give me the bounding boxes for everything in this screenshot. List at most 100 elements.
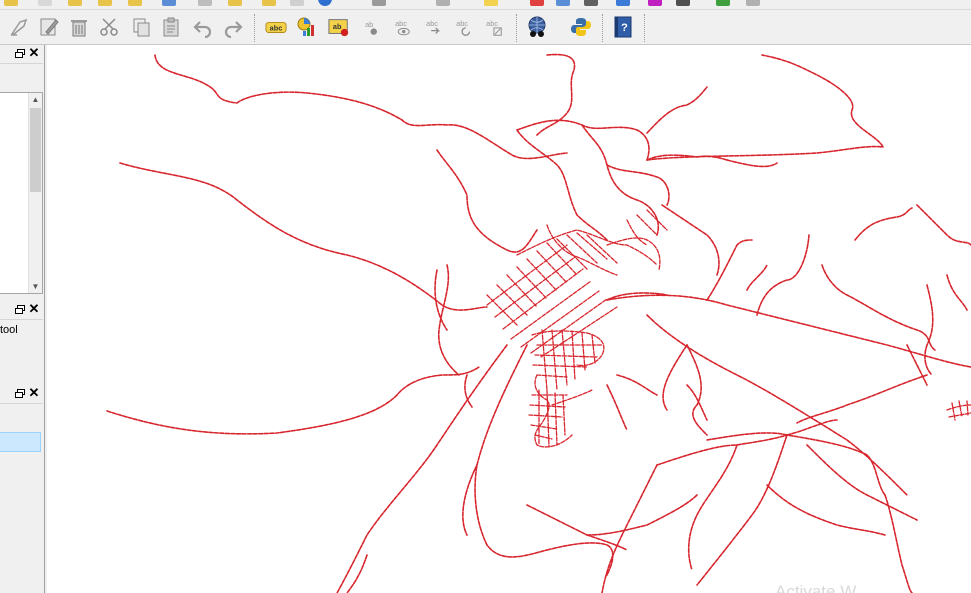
road-line	[581, 124, 659, 236]
partial-tool-icon[interactable]	[616, 0, 630, 6]
road-line	[616, 374, 658, 396]
partial-tool-icon[interactable]	[128, 0, 142, 6]
partial-tool-icon[interactable]	[98, 0, 112, 6]
edit-pencil-icon[interactable]	[36, 14, 62, 40]
label-pin-icon[interactable]: ab	[326, 14, 352, 40]
dock-panel-1-titlebar: ✕	[0, 45, 43, 64]
help-book-icon[interactable]: ?	[610, 14, 636, 40]
partial-tool-icon[interactable]	[746, 0, 760, 6]
map-canvas[interactable]: Activate W	[47, 45, 971, 593]
partial-tool-icon[interactable]	[556, 0, 570, 6]
label-properties-icon[interactable]: abc	[480, 14, 506, 40]
paste-icon[interactable]	[158, 14, 184, 40]
label-abc-icon[interactable]: abc	[263, 14, 289, 40]
road-line	[766, 484, 886, 536]
road-line	[796, 374, 928, 424]
road-line	[606, 237, 661, 271]
dock-panel-2-titlebar: ✕	[0, 301, 43, 320]
scroll-down-icon[interactable]: ▼	[29, 280, 42, 293]
partial-tool-icon[interactable]	[262, 0, 276, 6]
partial-tool-icon[interactable]	[290, 0, 304, 6]
float-panel-icon[interactable]	[15, 305, 25, 314]
partial-tool-icon[interactable]	[676, 0, 690, 6]
road-line	[756, 234, 810, 316]
road-line	[606, 294, 971, 368]
cut-scissors-icon[interactable]	[96, 14, 122, 40]
road-line	[662, 344, 688, 411]
partial-tool-icon[interactable]	[584, 0, 598, 6]
digitize-icon[interactable]	[6, 14, 32, 40]
delete-trash-icon[interactable]	[66, 14, 92, 40]
road-line	[706, 239, 753, 301]
partial-tool-icon[interactable]	[228, 0, 242, 6]
label-text: abc	[270, 24, 283, 33]
label-text: abc	[486, 19, 498, 28]
label-rotate-icon[interactable]: abc	[420, 14, 446, 40]
label-move-icon[interactable]: ab	[358, 14, 384, 40]
upper-toolbar-strip	[0, 0, 971, 10]
scrollbar-thumb[interactable]	[30, 108, 41, 192]
road-line	[546, 542, 614, 576]
main-toolbar: abc ab ab abc abc abc abc ?	[0, 10, 971, 45]
road-line	[516, 119, 650, 161]
road-line	[546, 224, 618, 276]
vertical-scrollbar[interactable]: ▲ ▼	[28, 93, 42, 293]
partial-tool-icon[interactable]	[648, 0, 662, 6]
partial-tool-icon[interactable]	[484, 0, 498, 6]
road-line	[336, 344, 508, 593]
close-panel-icon[interactable]: ✕	[28, 302, 40, 316]
road-line	[656, 434, 788, 466]
label-text: abc	[395, 19, 407, 28]
road-line	[106, 366, 480, 435]
partial-tool-icon[interactable]	[318, 0, 332, 6]
road-line	[884, 494, 913, 593]
toolbar-separator	[644, 14, 646, 42]
copy-icon[interactable]	[128, 14, 154, 40]
road-line	[646, 86, 708, 134]
partial-tool-icon[interactable]	[436, 0, 450, 6]
partial-tool-icon[interactable]	[372, 0, 386, 6]
redo-icon[interactable]	[220, 14, 246, 40]
close-panel-icon[interactable]: ✕	[28, 46, 40, 60]
toolbar-separator	[254, 14, 256, 42]
partial-tool-icon[interactable]	[68, 0, 82, 6]
road-line	[696, 434, 788, 586]
road-line	[821, 264, 936, 351]
activation-watermark: Activate W	[775, 582, 857, 593]
road-line	[646, 314, 908, 496]
globe-plugin-icon[interactable]	[524, 14, 550, 40]
scroll-up-icon[interactable]: ▲	[29, 93, 42, 106]
road-line	[346, 554, 368, 593]
close-panel-icon[interactable]: ✕	[28, 386, 40, 400]
road-line	[786, 419, 838, 436]
python-console-icon[interactable]	[568, 14, 594, 40]
label-change-icon[interactable]: abc	[450, 14, 476, 40]
road-line	[687, 444, 738, 571]
float-panel-icon[interactable]	[15, 389, 25, 398]
road-line	[536, 53, 576, 136]
selected-list-item[interactable]	[0, 432, 41, 452]
road-line	[661, 204, 720, 276]
partial-tool-icon[interactable]	[38, 0, 52, 6]
road-line	[806, 444, 918, 521]
road-line	[686, 344, 708, 436]
road-line	[686, 384, 708, 421]
road-line	[854, 207, 913, 241]
partial-tool-icon[interactable]	[162, 0, 176, 6]
road-line	[706, 432, 886, 496]
road-line	[154, 54, 568, 160]
toolbar-separator	[516, 14, 518, 42]
label-text: abc	[426, 19, 438, 28]
road-line	[646, 54, 884, 161]
label-text-short: ab	[333, 22, 342, 31]
label-show-icon[interactable]: abc	[388, 14, 414, 40]
partial-tool-icon[interactable]	[198, 0, 212, 6]
partial-tool-icon[interactable]	[530, 0, 544, 6]
partial-tool-icon[interactable]	[4, 0, 18, 6]
undo-icon[interactable]	[190, 14, 216, 40]
road-line	[486, 232, 618, 326]
diagram-icon[interactable]	[294, 14, 320, 40]
partial-tool-icon[interactable]	[716, 0, 730, 6]
road-line	[606, 384, 628, 431]
float-panel-icon[interactable]	[15, 49, 25, 58]
